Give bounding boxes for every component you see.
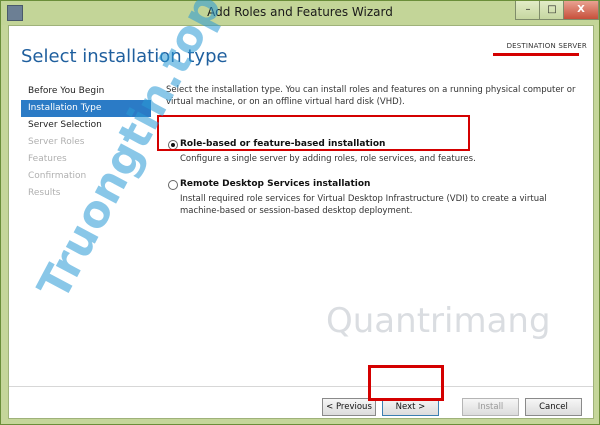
maximize-button[interactable]: □ — [539, 1, 565, 20]
content-panel: Select the installation type. You can in… — [166, 84, 586, 216]
wizard-window: Add Roles and Features Wizard – □ X Sele… — [0, 0, 600, 425]
destination-server-label: DESTINATION SERVER — [506, 42, 587, 50]
option-description: Install required role services for Virtu… — [180, 194, 547, 216]
option-description: Configure a single server by adding role… — [180, 154, 476, 164]
highlight-box-next — [368, 365, 444, 401]
title-bar[interactable]: Add Roles and Features Wizard – □ X — [1, 1, 599, 25]
install-button: Install — [462, 398, 519, 416]
minimize-button[interactable]: – — [515, 1, 541, 20]
option-title[interactable]: Remote Desktop Services installation — [180, 179, 370, 189]
footer-divider — [9, 386, 593, 387]
radio-remote-desktop[interactable] — [168, 180, 178, 190]
intro-text: Select the installation type. You can in… — [166, 85, 576, 107]
window-title: Add Roles and Features Wizard — [207, 5, 393, 19]
close-button[interactable]: X — [563, 1, 599, 20]
watermark-quantrimang: Quantrimang — [326, 301, 551, 341]
redacted-server-name — [493, 53, 579, 56]
highlight-box-role-based — [157, 115, 470, 151]
cancel-button[interactable]: Cancel — [525, 398, 582, 416]
